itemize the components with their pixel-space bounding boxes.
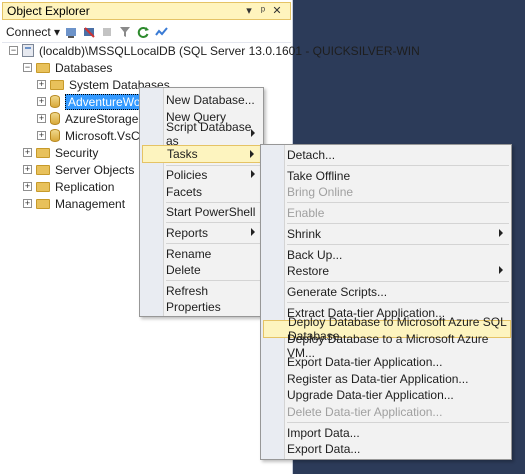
tree-node-server[interactable]: − (localdb)\MSSQLLocalDB (SQL Server 13.… bbox=[9, 42, 420, 59]
database-icon bbox=[50, 129, 60, 142]
object-explorer-toolbar: Connect ▾ bbox=[2, 22, 291, 43]
databases-label: Databases bbox=[55, 60, 113, 75]
close-icon[interactable]: ✕ bbox=[271, 4, 283, 18]
dropdown-icon[interactable]: ▾ bbox=[243, 4, 255, 18]
expand-icon[interactable]: + bbox=[37, 131, 46, 140]
expand-icon[interactable]: + bbox=[23, 182, 32, 191]
management-label: Management bbox=[55, 196, 126, 211]
filter-icon[interactable] bbox=[118, 25, 132, 39]
menu-item-delete-dac[interactable]: Delete Data-tier Application... bbox=[263, 403, 509, 421]
menu-separator bbox=[287, 422, 509, 423]
folder-icon bbox=[36, 181, 50, 192]
menu-separator bbox=[166, 280, 261, 281]
stop-icon[interactable] bbox=[100, 25, 114, 39]
submenu-arrow-icon bbox=[250, 150, 254, 158]
folder-icon bbox=[50, 79, 64, 90]
menu-item-bring-online[interactable]: Bring Online bbox=[263, 183, 509, 201]
collapse-icon[interactable]: − bbox=[23, 63, 32, 72]
menu-item-reports[interactable]: Reports bbox=[142, 224, 261, 242]
tree-node-management[interactable]: + Management bbox=[23, 195, 125, 212]
menu-separator bbox=[287, 202, 509, 203]
menu-item-script-database-as[interactable]: Script Database as bbox=[142, 120, 261, 148]
connect-button[interactable]: Connect ▾ bbox=[2, 25, 60, 39]
database-icon bbox=[50, 112, 60, 125]
folder-icon bbox=[36, 198, 50, 209]
database-icon bbox=[50, 95, 60, 108]
expand-icon[interactable]: + bbox=[37, 114, 46, 123]
tasks-submenu: Detach... Take Offline Bring Online Enab… bbox=[260, 144, 512, 460]
refresh-icon[interactable] bbox=[136, 25, 150, 39]
tree-node-server-objects[interactable]: + Server Objects bbox=[23, 161, 134, 178]
menu-separator bbox=[287, 302, 509, 303]
expand-icon[interactable]: + bbox=[23, 199, 32, 208]
menu-item-detach[interactable]: Detach... bbox=[263, 146, 509, 164]
connect-icon[interactable] bbox=[64, 25, 78, 39]
expand-icon[interactable]: + bbox=[37, 97, 46, 106]
menu-item-policies[interactable]: Policies bbox=[142, 166, 261, 184]
server-label: (localdb)\MSSQLLocalDB (SQL Server 13.0.… bbox=[39, 43, 420, 58]
server-objects-label: Server Objects bbox=[55, 162, 135, 177]
menu-item-restore[interactable]: Restore bbox=[263, 262, 509, 280]
menu-item-shrink[interactable]: Shrink bbox=[263, 225, 509, 243]
menu-item-upgrade-dac[interactable]: Upgrade Data-tier Application... bbox=[263, 386, 509, 404]
database-context-menu: New Database... New Query Script Databas… bbox=[139, 87, 264, 317]
menu-separator bbox=[287, 244, 509, 245]
menu-item-start-powershell[interactable]: Start PowerShell bbox=[142, 203, 261, 221]
menu-item-new-database[interactable]: New Database... bbox=[142, 91, 261, 109]
submenu-arrow-icon bbox=[251, 129, 255, 137]
menu-item-generate-scripts[interactable]: Generate Scripts... bbox=[263, 283, 509, 301]
menu-separator bbox=[287, 281, 509, 282]
object-explorer-titlebar: Object Explorer ▾ ᵖ ✕ bbox=[2, 2, 291, 20]
expand-icon[interactable]: + bbox=[37, 80, 46, 89]
menu-separator bbox=[166, 222, 261, 223]
menu-separator bbox=[166, 243, 261, 244]
disconnect-icon[interactable] bbox=[82, 25, 96, 39]
menu-separator bbox=[287, 223, 509, 224]
submenu-arrow-icon bbox=[251, 228, 255, 236]
replication-label: Replication bbox=[55, 179, 115, 194]
menu-item-facets[interactable]: Facets bbox=[142, 183, 261, 201]
panel-title: Object Explorer bbox=[7, 4, 90, 18]
expand-icon[interactable]: + bbox=[23, 165, 32, 174]
security-label: Security bbox=[55, 145, 99, 160]
server-icon bbox=[22, 44, 34, 57]
menu-item-tasks[interactable]: Tasks bbox=[142, 145, 261, 163]
menu-item-export-dac[interactable]: Export Data-tier Application... bbox=[263, 353, 509, 371]
tree-node-replication[interactable]: + Replication bbox=[23, 178, 114, 195]
tree-node-security[interactable]: + Security bbox=[23, 144, 98, 161]
collapse-icon[interactable]: − bbox=[9, 46, 18, 55]
folder-icon bbox=[36, 147, 50, 158]
menu-separator bbox=[287, 165, 509, 166]
activity-monitor-icon[interactable] bbox=[154, 25, 168, 39]
submenu-arrow-icon bbox=[499, 229, 503, 237]
folder-icon bbox=[36, 62, 50, 73]
pin-icon[interactable]: ᵖ bbox=[257, 4, 269, 18]
menu-item-properties[interactable]: Properties bbox=[142, 298, 261, 316]
submenu-arrow-icon bbox=[251, 170, 255, 178]
submenu-arrow-icon bbox=[499, 266, 503, 274]
menu-item-delete[interactable]: Delete bbox=[142, 261, 261, 279]
menu-item-enable[interactable]: Enable bbox=[263, 204, 509, 222]
folder-icon bbox=[36, 164, 50, 175]
menu-item-export-data[interactable]: Export Data... bbox=[263, 440, 509, 458]
expand-icon[interactable]: + bbox=[23, 148, 32, 157]
tree-node-databases[interactable]: − Databases bbox=[23, 59, 112, 76]
